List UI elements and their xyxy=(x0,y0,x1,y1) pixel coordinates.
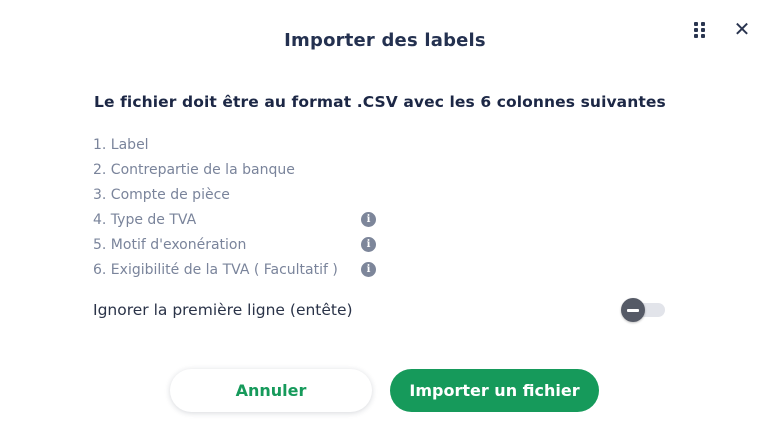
toggle-off-icon xyxy=(621,298,645,322)
column-label: 2. Contrepartie de la banque xyxy=(93,161,295,178)
close-icon[interactable]: ✕ xyxy=(733,19,751,39)
column-label: 4. Type de TVA xyxy=(93,211,197,228)
info-icon[interactable]: i xyxy=(361,237,376,252)
list-item: 4. Type de TVA i xyxy=(93,207,393,232)
info-icon[interactable]: i xyxy=(361,212,376,227)
info-icon[interactable]: i xyxy=(361,262,376,277)
drag-dot xyxy=(694,28,698,32)
list-item: 2. Contrepartie de la banque xyxy=(93,157,393,182)
ignore-first-line-toggle[interactable] xyxy=(621,298,667,322)
list-item: 1. Label xyxy=(93,132,393,157)
column-label: 3. Compte de pièce xyxy=(93,186,230,203)
column-label: 6. Exigibilité de la TVA ( Facultatif ) xyxy=(93,261,338,278)
drag-dot xyxy=(701,34,705,38)
drag-handle-icon[interactable] xyxy=(694,22,706,38)
drag-dot xyxy=(701,22,705,26)
drag-dot xyxy=(694,22,698,26)
ignore-first-line-label: Ignorer la première ligne (entête) xyxy=(93,301,353,319)
format-heading: Le fichier doit être au format .CSV avec… xyxy=(94,93,666,111)
list-item: 6. Exigibilité de la TVA ( Facultatif ) … xyxy=(93,257,393,282)
list-item: 5. Motif d'exonération i xyxy=(93,232,393,257)
import-file-button[interactable]: Importer un fichier xyxy=(390,369,599,412)
column-label: 1. Label xyxy=(93,136,149,153)
ignore-first-line-row: Ignorer la première ligne (entête) xyxy=(93,298,667,322)
import-labels-dialog: Importer des labels ✕ Le fichier doit êt… xyxy=(0,0,762,443)
list-item: 3. Compte de pièce xyxy=(93,182,393,207)
column-label: 5. Motif d'exonération xyxy=(93,236,247,253)
cancel-button[interactable]: Annuler xyxy=(170,369,372,412)
drag-dot xyxy=(701,28,705,32)
columns-list: 1. Label 2. Contrepartie de la banque 3.… xyxy=(93,132,393,282)
dialog-title: Importer des labels xyxy=(284,30,486,51)
drag-dot xyxy=(694,34,698,38)
